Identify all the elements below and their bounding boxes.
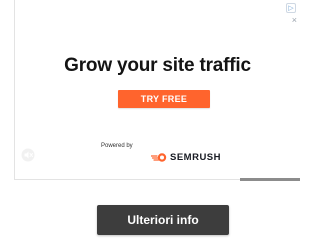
- ad-frame: ▷ × Grow your site traffic TRY FREE Powe…: [0, 0, 300, 251]
- video-progress-fill: [239, 178, 300, 181]
- video-progress-track[interactable]: [14, 178, 300, 181]
- adchoices-icon[interactable]: ▷: [286, 3, 296, 13]
- semrush-logo: SEMRUSH: [151, 152, 221, 163]
- ad-creative[interactable]: ▷ × Grow your site traffic TRY FREE Powe…: [14, 0, 300, 180]
- try-free-button[interactable]: TRY FREE: [118, 90, 210, 108]
- more-info-button[interactable]: Ulteriori info: [97, 205, 229, 235]
- powered-by-label: Powered by: [101, 143, 133, 149]
- volume-muted-icon[interactable]: [21, 148, 35, 162]
- semrush-flame-icon: [151, 153, 167, 162]
- close-icon[interactable]: ×: [292, 16, 297, 25]
- ad-headline: Grow your site traffic: [64, 55, 251, 76]
- brand-name: SEMRUSH: [170, 152, 222, 163]
